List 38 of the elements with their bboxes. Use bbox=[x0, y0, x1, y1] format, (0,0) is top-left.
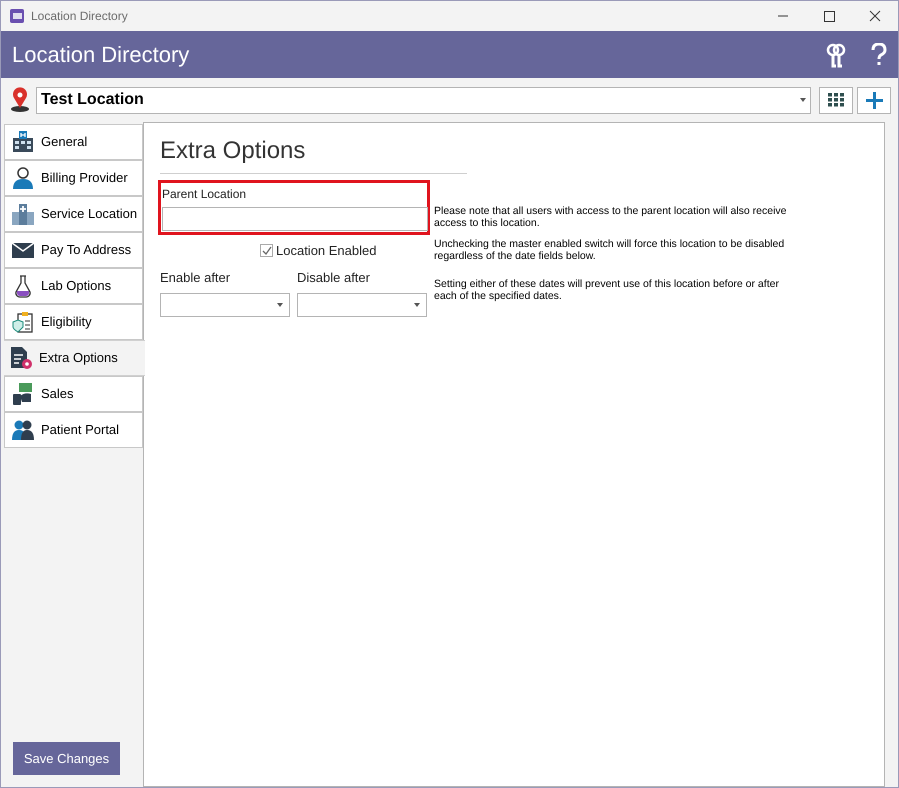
sidebar-tab[interactable]: Sales bbox=[4, 376, 143, 412]
parent-location-field[interactable] bbox=[162, 207, 428, 231]
help-text: Setting either of these dates will prevent use of this location before or after each of the specified dates. bbox=[434, 278, 780, 302]
app-logo-icon bbox=[9, 8, 25, 24]
grid-icon bbox=[828, 93, 844, 107]
add-button[interactable] bbox=[857, 86, 891, 114]
sidebar-tab[interactable]: Lab Options bbox=[4, 268, 143, 304]
people-icon bbox=[11, 418, 35, 442]
sidebar-tab[interactable]: Patient Portal bbox=[4, 412, 143, 448]
building-icon bbox=[11, 202, 35, 226]
map-pin-icon bbox=[8, 87, 32, 113]
sidebar-tab[interactable]: Eligibility bbox=[4, 304, 143, 340]
location-dropdown[interactable]: Test Location bbox=[36, 86, 811, 114]
sidebar-tab[interactable]: Extra Options bbox=[4, 340, 145, 376]
sidebar-tab[interactable]: Pay To Address bbox=[4, 232, 143, 268]
sidebar-tab[interactable]: Service Location bbox=[4, 196, 143, 232]
hospital-icon bbox=[11, 130, 35, 154]
header-title: Location Directory bbox=[12, 41, 190, 69]
clipboard-icon bbox=[11, 310, 35, 334]
dropdown-caret-icon bbox=[277, 303, 283, 307]
location-enabled-checkbox[interactable] bbox=[260, 244, 273, 258]
help-icon[interactable] bbox=[871, 42, 887, 66]
checkbox-label: Location Enabled bbox=[276, 242, 376, 260]
field-label: Enable after bbox=[160, 268, 232, 286]
dropdown-caret-icon bbox=[414, 303, 420, 307]
save-changes-button[interactable]: Save Changes bbox=[13, 742, 120, 775]
field-label: Parent Location bbox=[162, 186, 248, 203]
keys-icon[interactable] bbox=[825, 42, 847, 68]
dropdown-caret-icon bbox=[800, 98, 806, 102]
grid-view-button[interactable] bbox=[819, 86, 853, 114]
help-text: Unchecking the master enabled switch will force this location to be disabled regardless of the date fields below. bbox=[434, 238, 786, 262]
plus-icon bbox=[866, 92, 882, 108]
sidebar-tab[interactable]: General bbox=[4, 124, 143, 160]
help-text: Please note that all users with access to the parent location will also receive access to this location. bbox=[434, 205, 788, 229]
panel-title: Extra Options bbox=[160, 133, 467, 174]
window-title: Location Directory bbox=[31, 8, 128, 25]
sidebar-tab[interactable]: Billing Provider bbox=[4, 160, 143, 196]
field-label: Disable after bbox=[297, 268, 371, 286]
